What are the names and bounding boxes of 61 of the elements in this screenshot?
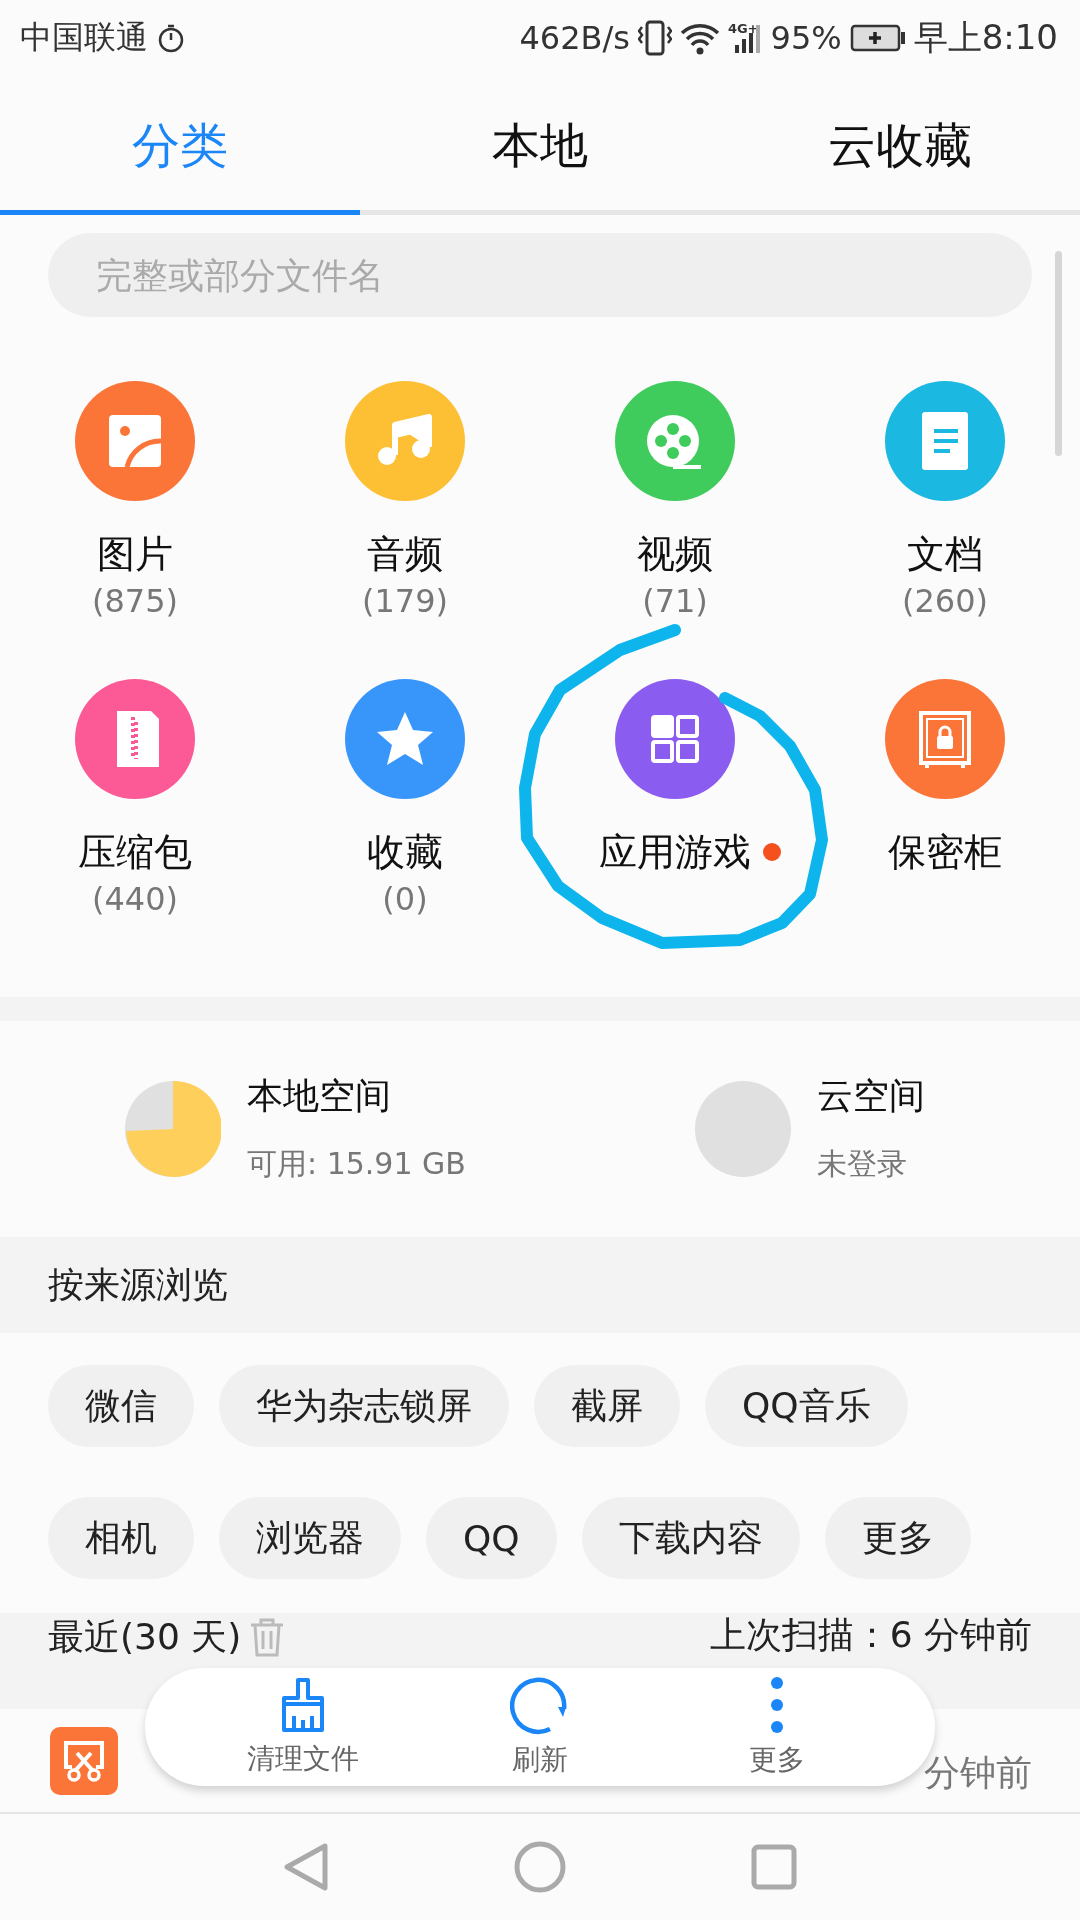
category-name: 文档: [907, 531, 983, 577]
category-name: 视频: [637, 531, 713, 577]
category-item[interactable]: 文档 (260): [810, 381, 1080, 621]
item-time: 分钟前: [924, 1751, 1032, 1795]
category-item[interactable]: 图片 (875): [0, 381, 270, 621]
source-chip[interactable]: 下载内容: [581, 1497, 800, 1579]
stopwatch-icon: [156, 22, 186, 53]
network-speed: 462B/s: [519, 18, 630, 57]
category-item[interactable]: 视频 (71): [540, 381, 810, 621]
toolbar-button[interactable]: 刷新: [460, 1675, 620, 1779]
back-icon[interactable]: [283, 1842, 329, 1892]
carrier-name: 中国联通: [20, 16, 148, 58]
category-name: 图片: [97, 531, 173, 577]
source-chip[interactable]: 华为杂志锁屏: [219, 1365, 509, 1447]
source-chip[interactable]: 微信: [48, 1365, 194, 1447]
source-chip[interactable]: 浏览器: [219, 1497, 401, 1579]
tab[interactable]: 分类: [0, 75, 360, 215]
storage-title: 云空间: [817, 1073, 925, 1118]
source-chip[interactable]: 截屏: [534, 1365, 680, 1447]
vibrate-icon: [637, 18, 672, 57]
toolbar-button[interactable]: 更多: [696, 1675, 857, 1779]
battery-percent: 95%: [770, 18, 842, 57]
item-count: (71): [642, 581, 708, 621]
storage-subtitle: 可用: 15.91 GB: [247, 1144, 466, 1183]
category-item[interactable]: 音频 (179): [270, 381, 540, 621]
clock-time: 早上8:10: [913, 15, 1058, 59]
network-type: 4G+: [727, 20, 759, 36]
source-chip[interactable]: 相机: [48, 1497, 194, 1579]
category-item[interactable]: 压缩包 (440): [0, 679, 270, 919]
item-count: (0): [382, 879, 428, 919]
category-name: 收藏: [367, 829, 443, 875]
item-count: (875): [91, 581, 178, 621]
tab[interactable]: 云收藏: [720, 75, 1080, 215]
recent-apps-icon[interactable]: [751, 1844, 797, 1890]
section-title: 按来源浏览: [48, 1262, 228, 1307]
cloud-storage-icon: [695, 1081, 791, 1177]
item-count: (260): [901, 581, 988, 621]
storage-subtitle: 未登录: [817, 1144, 908, 1183]
source-chip[interactable]: 更多: [824, 1497, 971, 1579]
category-name: 音频: [367, 531, 443, 577]
more-icon: [769, 1675, 784, 1735]
last-scan-time: 上次扫描：6 分钟前: [709, 1615, 1032, 1655]
source-chip[interactable]: QQ音乐: [705, 1365, 908, 1447]
item-count: (179): [361, 581, 448, 621]
pie-chart-icon: [125, 1081, 221, 1177]
scissors-icon: [50, 1726, 118, 1795]
storage-title: 本地空间: [247, 1073, 392, 1118]
category-item[interactable]: 收藏 (0): [270, 679, 540, 919]
category-item[interactable]: 保密柜: [810, 679, 1080, 919]
category-name: 应用游戏: [599, 829, 751, 875]
category-item[interactable]: 应用游戏: [540, 679, 810, 919]
category-name: 压缩包: [78, 829, 192, 875]
tab[interactable]: 本地: [360, 75, 720, 215]
source-chip[interactable]: QQ: [426, 1497, 557, 1579]
section-title: 最近(30 天): [48, 1617, 242, 1657]
home-icon[interactable]: [514, 1841, 566, 1893]
item-count: (440): [91, 879, 178, 919]
search-field[interactable]: 完整或部分文件名: [48, 233, 1032, 317]
toolbar-button[interactable]: 清理文件: [223, 1676, 384, 1778]
category-name: 保密柜: [888, 829, 1002, 875]
battery-icon: [849, 23, 906, 52]
